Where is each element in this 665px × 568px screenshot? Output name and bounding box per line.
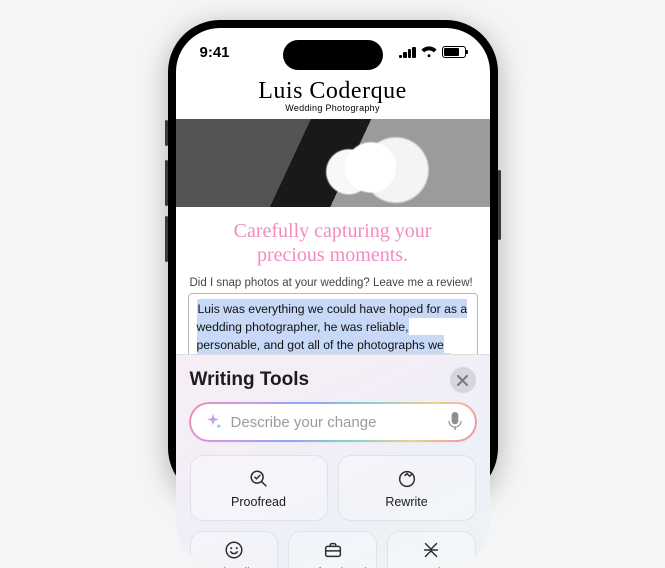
close-icon bbox=[457, 375, 468, 386]
sparkle-icon bbox=[203, 412, 223, 432]
brand-subtitle: Wedding Photography bbox=[176, 103, 490, 113]
wifi-icon bbox=[421, 46, 437, 58]
professional-button[interactable]: Professional bbox=[288, 531, 377, 568]
review-prompt: Did I snap photos at your wedding? Leave… bbox=[176, 277, 490, 293]
close-button[interactable] bbox=[450, 367, 476, 393]
concise-button[interactable]: Concise bbox=[387, 531, 476, 568]
concise-icon bbox=[420, 539, 442, 561]
tagline-line-1: Carefully capturing your bbox=[234, 220, 432, 242]
friendly-icon bbox=[223, 539, 245, 561]
rewrite-icon bbox=[396, 468, 418, 490]
battery-icon bbox=[442, 46, 466, 58]
phone-volume-down bbox=[165, 216, 168, 262]
dynamic-island bbox=[283, 40, 383, 70]
friendly-button[interactable]: Friendly bbox=[190, 531, 279, 568]
proofread-icon bbox=[248, 468, 270, 490]
writing-tools-panel: Writing Tools Describe your change Proof… bbox=[176, 354, 490, 568]
briefcase-icon bbox=[322, 539, 344, 561]
tagline: Carefully capturing your precious moment… bbox=[190, 219, 476, 267]
describe-change-input[interactable]: Describe your change bbox=[190, 403, 476, 441]
phone-volume-up bbox=[165, 160, 168, 206]
status-time: 9:41 bbox=[200, 44, 230, 61]
tagline-line-2: precious moments. bbox=[257, 244, 408, 266]
proofread-label: Proofread bbox=[231, 495, 286, 509]
iphone-frame: 9:41 Luis Coderque Wedding Photography C… bbox=[168, 20, 498, 500]
screen: 9:41 Luis Coderque Wedding Photography C… bbox=[176, 28, 490, 568]
hero-image bbox=[176, 119, 490, 207]
microphone-icon[interactable] bbox=[447, 412, 463, 432]
site-header: Luis Coderque Wedding Photography bbox=[176, 78, 490, 113]
brand-name: Luis Coderque bbox=[176, 78, 490, 105]
phone-side-button bbox=[165, 120, 168, 146]
describe-change-placeholder: Describe your change bbox=[231, 414, 439, 431]
phone-power-button bbox=[498, 170, 501, 240]
proofread-button[interactable]: Proofread bbox=[190, 455, 328, 521]
rewrite-button[interactable]: Rewrite bbox=[338, 455, 476, 521]
rewrite-label: Rewrite bbox=[385, 495, 427, 509]
cellular-signal-icon bbox=[399, 47, 416, 58]
writing-tools-title: Writing Tools bbox=[190, 369, 310, 391]
